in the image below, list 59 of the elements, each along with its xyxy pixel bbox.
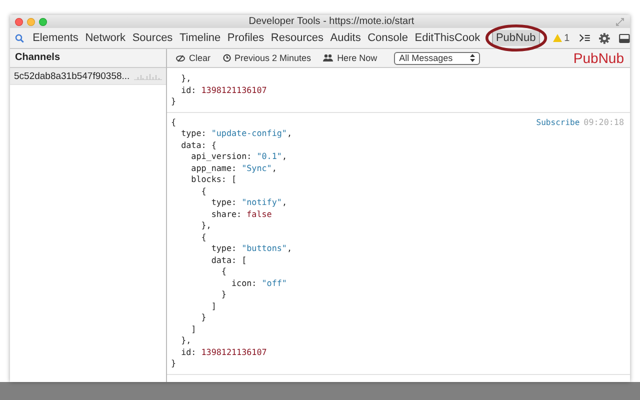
previous-button[interactable]: Previous 2 Minutes — [220, 53, 314, 63]
code-line: } — [200, 312, 206, 324]
people-icon — [323, 54, 334, 62]
code-line: ] — [190, 324, 196, 335]
tab[interactable]: Profiles — [224, 30, 268, 46]
tab[interactable]: Console — [364, 30, 412, 46]
clear-button[interactable]: Clear — [173, 53, 214, 63]
code-line: } — [220, 289, 226, 300]
code-line: blocks: [ — [190, 174, 237, 186]
code-line: { — [200, 186, 206, 197]
close-button[interactable] — [15, 18, 23, 26]
code-line: }, — [200, 220, 212, 232]
code-line: { — [171, 116, 176, 128]
code-line: } — [171, 96, 176, 108]
tab[interactable]: Resources — [268, 30, 327, 46]
timestamp: 09:20:18 — [584, 116, 624, 128]
channel-item[interactable]: 5c52dab8a31b547f90358... — [10, 68, 166, 85]
code-line: api_version: "0.1", — [190, 151, 287, 162]
sparkline — [134, 72, 162, 80]
code-line: share: false — [210, 208, 272, 220]
minimize-button[interactable] — [27, 18, 35, 26]
sidebar-title: Channels — [10, 49, 166, 68]
fullscreen-icon[interactable] — [616, 18, 624, 26]
clear-icon — [176, 54, 185, 62]
code-line: id: 1398121136107 — [180, 346, 267, 358]
dock-icon[interactable] — [619, 32, 630, 44]
stepper-arrows-icon — [470, 54, 476, 62]
code-line: data: { — [180, 140, 216, 151]
logo: PubNub — [573, 50, 624, 66]
zoom-button[interactable] — [39, 18, 47, 26]
code-line: app_name: "Sync", — [190, 162, 277, 174]
settings-icon[interactable] — [599, 32, 610, 44]
search-icon[interactable] — [15, 32, 24, 44]
subscribe-link[interactable]: Subscribe — [536, 116, 580, 128]
warning-count[interactable]: 1 — [564, 32, 570, 44]
code-line: ] — [210, 300, 216, 312]
code-line: { — [200, 232, 206, 243]
code-line: type: "update-config", — [180, 128, 292, 140]
tab[interactable]: Audits — [326, 30, 364, 46]
here-now-button[interactable]: Here Now — [320, 53, 380, 63]
code-line: data: [ — [210, 254, 247, 266]
window-title: Developer Tools - https://mote.io/start — [248, 16, 416, 27]
code-line: }, — [180, 73, 192, 84]
code-line: }, — [180, 335, 192, 346]
code-line: id: 1398121136107 — [180, 84, 267, 96]
tab[interactable]: Network — [82, 30, 129, 46]
tab[interactable]: Timeline — [176, 30, 224, 46]
message-filter-select[interactable]: All Messages — [394, 52, 480, 64]
code-line: icon: "off" — [230, 278, 287, 289]
code-line: type: "notify", — [210, 197, 287, 208]
tab[interactable]: Sources — [128, 30, 176, 46]
tab[interactable]: EditThisCook — [411, 30, 484, 46]
console-drawer-icon[interactable] — [578, 33, 590, 43]
code-line: { — [220, 266, 226, 278]
code-line: type: "buttons", — [210, 243, 292, 254]
code-line: } — [171, 358, 176, 370]
clock-icon — [222, 54, 231, 62]
tab[interactable]: PubNub — [492, 30, 540, 46]
tab[interactable]: Elements — [29, 30, 82, 46]
